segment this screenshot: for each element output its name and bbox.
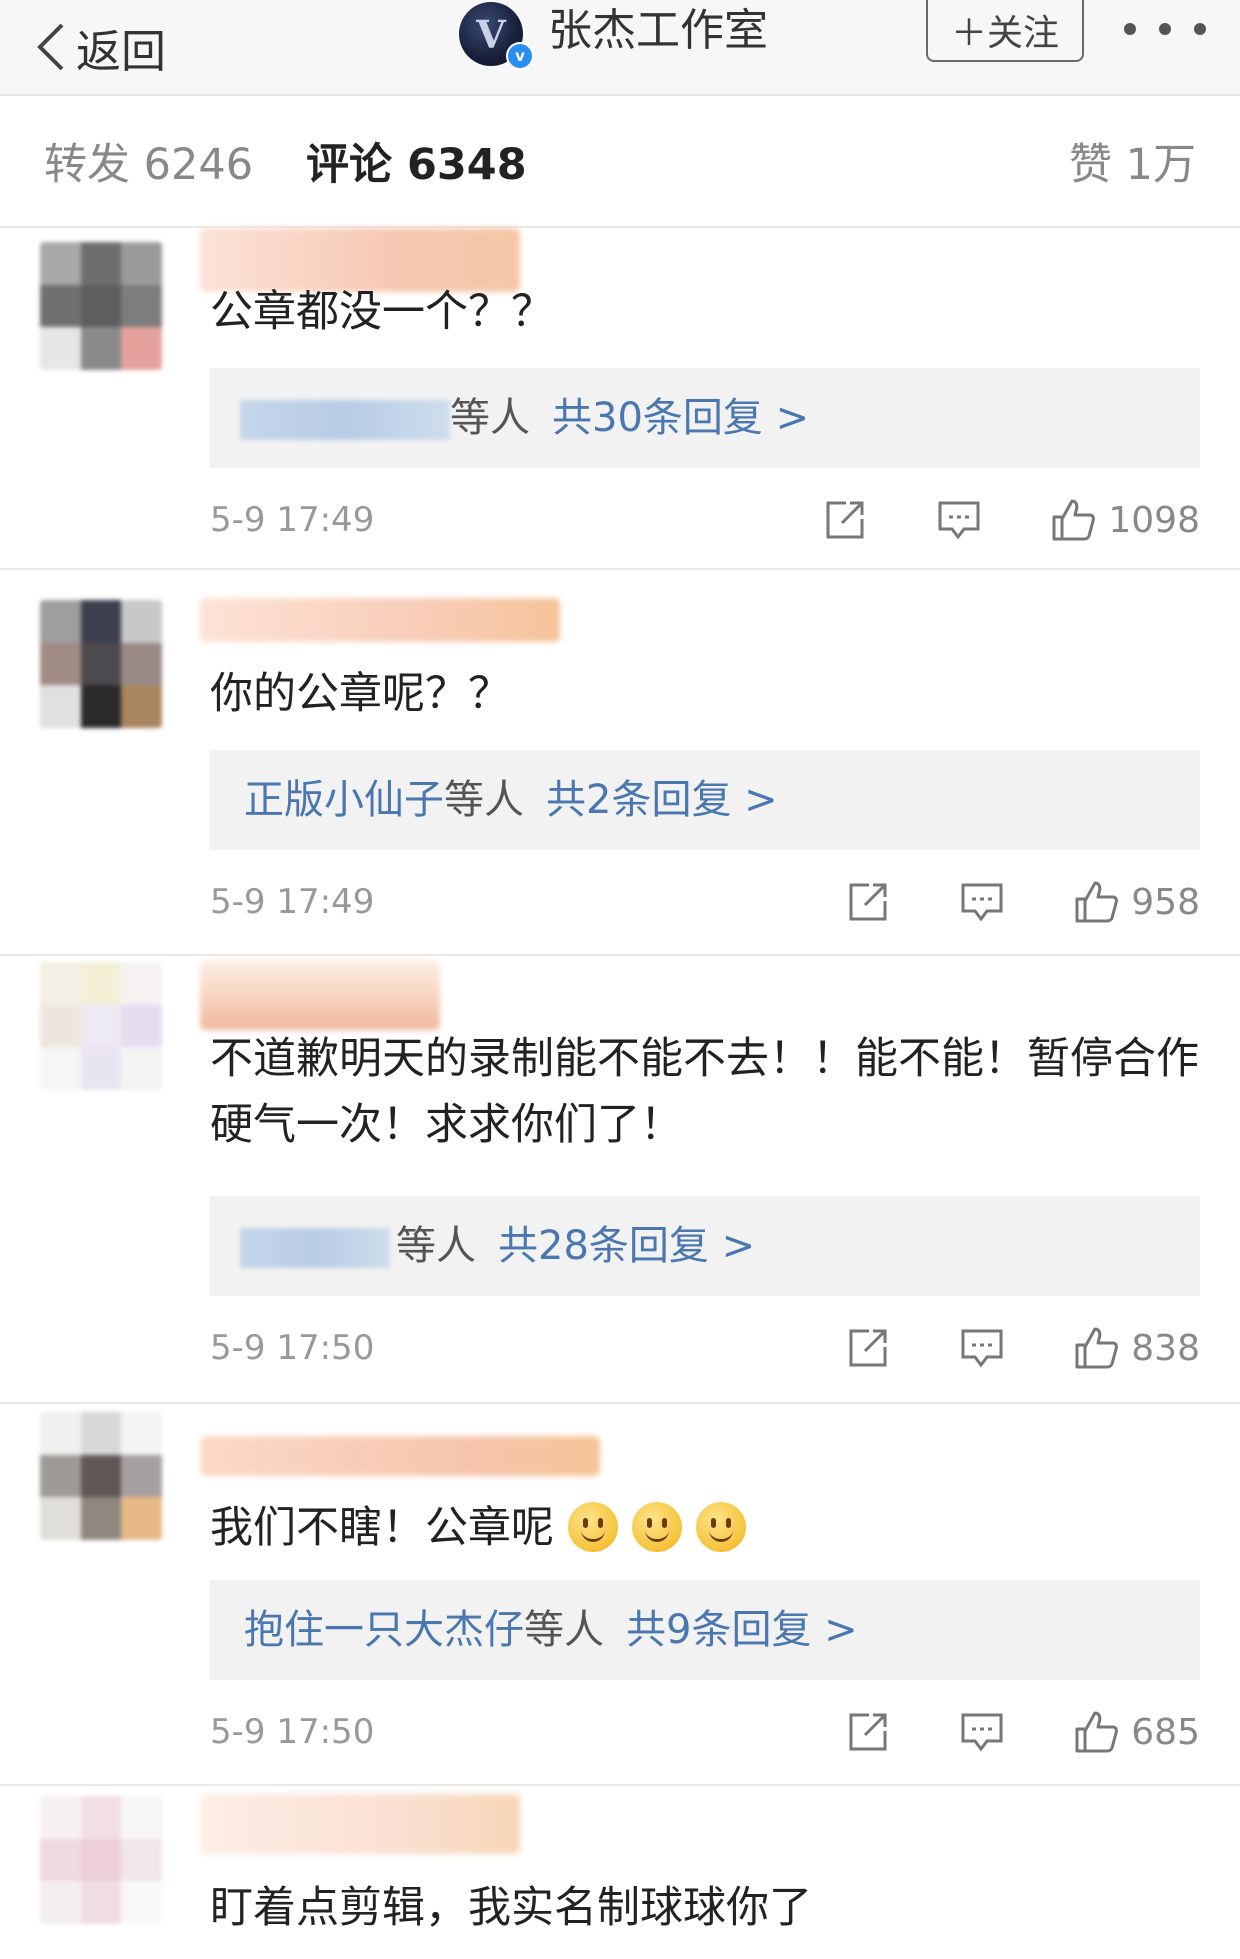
share-button[interactable]	[845, 1709, 891, 1755]
commenter-avatar-blurred[interactable]	[40, 242, 162, 370]
reply-button[interactable]	[959, 879, 1005, 925]
like-button[interactable]: 1098	[1050, 497, 1200, 543]
share-icon	[849, 883, 887, 921]
comment-item: 公章都没一个？？ 等人 共30条回复 > 5-9 17:49 1098	[0, 228, 1240, 570]
account-avatar[interactable]: V v	[459, 2, 534, 70]
comment-meta: 5-9 17:49 958	[210, 872, 1200, 932]
back-label: 返回	[76, 24, 167, 78]
reply-button[interactable]	[959, 1709, 1005, 1755]
tab-comment[interactable]: 评论 6348	[306, 130, 527, 192]
reply-names[interactable]: 正版小仙子	[244, 777, 444, 823]
comment-item: 不道歉明天的录制能不能不去！！能不能！暂停合作硬气一次！求求你们了！ 等人 共28…	[0, 956, 1240, 1404]
share-icon	[826, 501, 864, 539]
like-count: 958	[1131, 881, 1200, 923]
comment-text: 公章都没一个？？	[210, 287, 554, 337]
comment-text: 我们不瞎！公章呢	[210, 1496, 1210, 1560]
reply-names-blurred	[240, 400, 450, 440]
username-blurred[interactable]	[200, 960, 440, 1030]
view-replies-link[interactable]: 共2条回复 >	[546, 777, 778, 823]
thumbs-up-icon	[1052, 499, 1096, 541]
reply-preview-box[interactable]: 等人 共28条回复 >	[210, 1196, 1200, 1296]
comment-meta: 5-9 17:49 1098	[210, 490, 1200, 550]
share-button[interactable]	[845, 1325, 891, 1371]
tab-like[interactable]: 赞 1万	[1069, 130, 1196, 192]
comment-item: 你的公章呢？？ 正版小仙子等人 共2条回复 > 5-9 17:49 958	[0, 570, 1240, 956]
like-count: 838	[1131, 1327, 1200, 1369]
commenter-avatar-blurred[interactable]	[40, 1412, 162, 1540]
reply-preview-box[interactable]: 正版小仙子等人 共2条回复 >	[210, 750, 1200, 850]
reply-suffix: 等人	[396, 1223, 476, 1269]
comment-icon	[961, 1713, 1003, 1752]
thumbs-up-icon	[1075, 1711, 1119, 1753]
share-button[interactable]	[822, 497, 868, 543]
comment-text-content: 我们不瞎！公章呢	[210, 1503, 554, 1553]
top-navigation-bar: 返回 V v 张杰工作室 ＋关注	[0, 0, 1240, 96]
like-count: 1098	[1108, 499, 1200, 541]
comment-item: 我们不瞎！公章呢 抱住一只大杰仔等人 共9条回复 > 5-9 17:50 685	[0, 1404, 1240, 1786]
commenter-avatar-blurred[interactable]	[40, 1796, 162, 1924]
back-button[interactable]: 返回	[34, 0, 166, 94]
reply-button[interactable]	[936, 497, 982, 543]
comment-meta: 5-9 17:50 838	[210, 1318, 1200, 1378]
username-blurred[interactable]	[200, 1436, 600, 1476]
like-count: 685	[1131, 1711, 1200, 1753]
reply-suffix: 等人	[444, 777, 524, 823]
comment-text: 不道歉明天的录制能不能不去！！能不能！暂停合作硬气一次！求求你们了！	[210, 1034, 1199, 1150]
more-options-icon[interactable]	[1124, 14, 1206, 44]
thumbs-up-icon	[1075, 1327, 1119, 1369]
username-blurred[interactable]	[200, 598, 560, 642]
commenter-avatar-blurred[interactable]	[40, 962, 162, 1090]
smile-emoji-icon	[568, 1502, 618, 1552]
tab-repost[interactable]: 转发 6246	[44, 130, 253, 192]
verified-badge-icon: v	[506, 42, 534, 70]
reply-suffix: 等人	[450, 395, 530, 441]
like-button[interactable]: 685	[1073, 1709, 1200, 1755]
thumbs-up-icon	[1075, 881, 1119, 923]
share-icon	[849, 1713, 887, 1751]
view-replies-link[interactable]: 共30条回复 >	[552, 395, 809, 441]
comment-timestamp: 5-9 17:49	[210, 500, 375, 540]
like-button[interactable]: 838	[1073, 1325, 1200, 1371]
comment-meta: 5-9 17:50 685	[210, 1702, 1200, 1762]
reply-preview-box[interactable]: 等人 共30条回复 >	[210, 368, 1200, 468]
commenter-avatar-blurred[interactable]	[40, 600, 162, 728]
share-button[interactable]	[845, 879, 891, 925]
reply-button[interactable]	[959, 1325, 1005, 1371]
comment-text: 盯着点剪辑，我实名制球球你了	[210, 1883, 812, 1933]
chevron-left-icon	[37, 23, 64, 71]
comment-timestamp: 5-9 17:50	[210, 1712, 375, 1752]
view-replies-link[interactable]: 共9条回复 >	[626, 1607, 858, 1653]
reply-names[interactable]: 抱住一只大杰仔	[244, 1607, 524, 1653]
reply-suffix: 等人	[524, 1607, 604, 1653]
engagement-tabs: 转发 6246 评论 6348 赞 1万	[0, 96, 1240, 228]
comment-item: 盯着点剪辑，我实名制球球你了	[0, 1786, 1240, 1959]
follow-button[interactable]: ＋关注	[926, 0, 1084, 62]
comment-timestamp: 5-9 17:50	[210, 1328, 375, 1368]
username-blurred[interactable]	[200, 1794, 520, 1854]
reply-preview-box[interactable]: 抱住一只大杰仔等人 共9条回复 >	[210, 1580, 1200, 1680]
share-icon	[849, 1329, 887, 1367]
comment-text: 你的公章呢？？	[210, 669, 511, 719]
like-button[interactable]: 958	[1073, 879, 1200, 925]
smile-emoji-icon	[632, 1502, 682, 1552]
comment-icon	[961, 1329, 1003, 1368]
smile-emoji-icon	[696, 1502, 746, 1552]
view-replies-link[interactable]: 共28条回复 >	[498, 1223, 755, 1269]
comment-timestamp: 5-9 17:49	[210, 882, 375, 922]
page-title[interactable]: 张杰工作室	[548, 0, 768, 62]
reply-names-blurred	[240, 1228, 390, 1268]
comment-icon	[961, 883, 1003, 922]
comment-icon	[938, 501, 980, 540]
